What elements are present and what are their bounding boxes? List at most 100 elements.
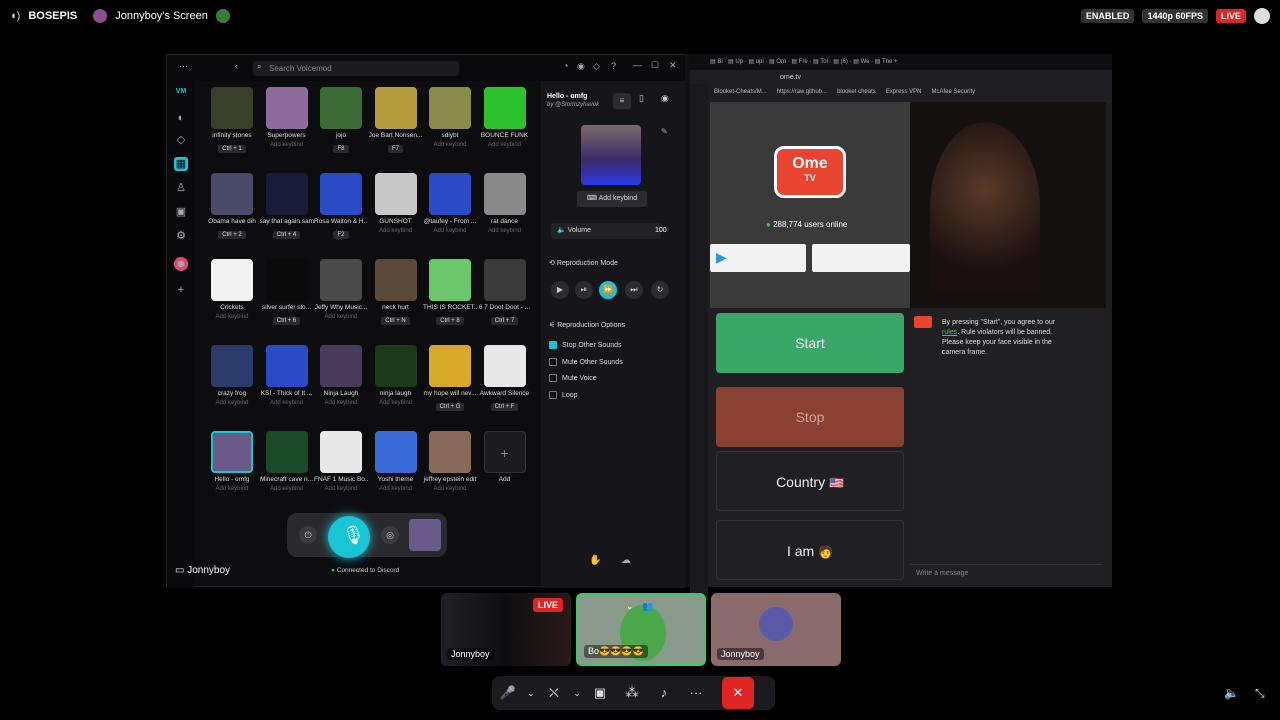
add-keybind-link[interactable]: Add keybind — [260, 400, 314, 406]
bell-icon[interactable]: ◔ — [563, 61, 568, 71]
google-play-button[interactable]: ▶ — [710, 244, 806, 272]
cloud-icon[interactable]: ☁ — [621, 555, 631, 566]
keybind-badge[interactable]: Ctrl + 8 — [423, 314, 477, 325]
gender-button[interactable]: I am 🧑 — [716, 520, 904, 580]
sound-tile[interactable]: sdiybt Add keybind — [423, 87, 477, 148]
volume-slider[interactable]: 🔈 Volume — [551, 223, 661, 239]
option-checkbox[interactable]: Stop Other Sounds — [549, 341, 623, 358]
sound-tile[interactable]: BOUNCE FUNK Add keybind — [478, 87, 532, 148]
sound-tile[interactable]: Obama have dih Ctrl + 2 — [205, 173, 259, 239]
sound-tile[interactable]: Yoshi theme Add keybind — [369, 431, 423, 492]
keybind-badge[interactable]: Ctrl + 7 — [478, 314, 532, 325]
end-call-button[interactable]: ✕ — [722, 677, 754, 709]
add-keybind-link[interactable]: Add keybind — [314, 400, 368, 406]
keybind-badge[interactable]: Ctrl + N — [369, 314, 423, 325]
volume-icon[interactable]: 🔈 — [1224, 686, 1239, 700]
voice-thumbnail[interactable] — [409, 519, 441, 551]
avatar-icon[interactable]: ♙ — [174, 181, 188, 195]
settings-icon[interactable]: ⚙ — [174, 229, 188, 243]
minimize-icon[interactable]: — — [633, 60, 642, 70]
add-keybind-link[interactable]: Add keybind — [423, 142, 477, 148]
search-input[interactable]: Search Voicemod — [253, 61, 459, 76]
sound-tile[interactable]: neck hurt Ctrl + N — [369, 259, 423, 325]
keybind-badge[interactable]: Ctrl + G — [423, 400, 477, 411]
sound-tile[interactable]: 6 7 Doot Doot - ... Ctrl + 7 — [478, 259, 532, 325]
sound-tile[interactable]: my hope will nev... Ctrl + G — [423, 345, 477, 411]
sliders-icon[interactable]: ≡ — [613, 93, 631, 109]
sound-tile[interactable]: rat dance Add keybind — [478, 173, 532, 234]
add-keybind-link[interactable]: Add keybind — [314, 486, 368, 492]
sound-tile[interactable]: Jeffy Why Music... Add keybind — [314, 259, 368, 320]
people-icon[interactable]: 👥 — [642, 601, 653, 612]
loop-button[interactable]: ↻ — [651, 281, 669, 299]
profile-avatar[interactable]: ☻ — [174, 257, 188, 271]
soundboard-icon[interactable]: ▦ — [174, 157, 188, 171]
bookmark-item[interactable]: Express VPN — [886, 89, 922, 95]
book-icon[interactable]: ▯ — [639, 93, 644, 104]
soundboard-icon[interactable]: ♪ — [648, 677, 680, 709]
menu-icon[interactable]: ··· — [179, 61, 188, 71]
add-keybind-link[interactable]: Add keybind — [205, 400, 259, 406]
keybind-badge[interactable]: Ctrl + 1 — [205, 142, 259, 153]
screen-share-icon[interactable]: ▣ — [584, 677, 616, 709]
play-once-button[interactable]: ▶ — [551, 281, 569, 299]
chevron-down-icon[interactable]: ⌄ — [524, 677, 538, 709]
sound-tile[interactable]: Crickets Add keybind — [205, 259, 259, 320]
tag-icon[interactable]: ◇ — [593, 61, 600, 72]
add-keybind-link[interactable]: Add keybind — [369, 486, 423, 492]
sound-tile[interactable]: jojo F8 — [314, 87, 368, 153]
participant-tile[interactable]: LIVE Jonnyboy — [441, 593, 571, 666]
add-keybind-link[interactable]: Add keybind — [205, 314, 259, 320]
store-icon[interactable]: ▣ — [174, 205, 188, 219]
effects-icon[interactable]: ◇ — [174, 133, 188, 147]
add-keybind-link[interactable]: Add keybind — [260, 142, 314, 148]
sound-tile[interactable]: Ninja Laugh Add keybind — [314, 345, 368, 406]
keybind-badge[interactable]: F2 — [314, 228, 368, 239]
add-keybind-button[interactable]: ⌨ Add keybind — [577, 191, 647, 207]
country-button[interactable]: Country 🇺🇸 — [716, 451, 904, 511]
maximize-icon[interactable]: ☐ — [651, 60, 659, 71]
add-keybind-link[interactable]: Add keybind — [423, 486, 477, 492]
sound-tile[interactable]: ninja laugh Add keybind — [369, 345, 423, 406]
back-icon[interactable]: ‹ — [235, 61, 238, 71]
sound-tile[interactable]: Rosa Walton & H... F2 — [314, 173, 368, 239]
keybind-badge[interactable]: Ctrl + 2 — [205, 228, 259, 239]
browser-tabs[interactable]: ▤ Bi · ▤ Up · ▤ upi · ▤ Om · ▤ Fre · ▤ T… — [690, 54, 1112, 70]
bookmark-item[interactable]: McAfee Security — [931, 89, 975, 95]
add-keybind-link[interactable]: Add keybind — [478, 142, 532, 148]
help-icon[interactable]: ? — [611, 61, 616, 71]
sound-tile[interactable]: crazy frog Add keybind — [205, 345, 259, 406]
hear-myself-icon[interactable]: ◎ — [381, 526, 399, 544]
keybind-badge[interactable]: Ctrl + 4 — [260, 228, 314, 239]
more-icon[interactable]: ··· — [680, 677, 712, 709]
start-button[interactable]: Start — [716, 313, 904, 373]
add-keybind-link[interactable]: Add keybind — [205, 486, 259, 492]
microphone-icon[interactable]: 🎤 — [492, 677, 524, 709]
power-icon[interactable]: ⏻ — [299, 526, 317, 544]
avatar[interactable] — [1254, 8, 1270, 24]
participant-tile[interactable]: ⌄ 👥 Bo😎😎😎😎 — [576, 593, 706, 666]
mic-toggle-button[interactable]: 🎙 — [328, 516, 370, 558]
sound-tile[interactable]: silver surfer slo... Ctrl + 6 — [260, 259, 314, 325]
message-input[interactable]: Write a message — [910, 564, 1102, 582]
keybind-badge[interactable]: F8 — [314, 142, 368, 153]
play-pause-button[interactable]: ⏯ — [575, 281, 593, 299]
rules-link[interactable]: rules — [942, 329, 957, 336]
close-icon[interactable]: ✕ — [669, 60, 677, 71]
record-icon[interactable]: ◉ — [661, 93, 669, 104]
sound-tile[interactable]: say that again.sam Ctrl + 4 — [260, 173, 314, 239]
bookmark-item[interactable]: Blooket-Cheats/M... — [714, 89, 767, 95]
address-bar[interactable]: ome.tv — [690, 70, 1112, 85]
keybind-badge[interactable]: F7 — [369, 142, 423, 153]
bookmark-item[interactable]: https://raw.github... — [777, 89, 827, 95]
participant-tile[interactable]: Jonnyboy — [711, 593, 841, 666]
option-checkbox[interactable]: Mute Other Sounds — [549, 357, 623, 375]
add-icon[interactable]: + — [174, 283, 188, 297]
sound-tile[interactable]: GUNSHOT Add keybind — [369, 173, 423, 234]
add-keybind-link[interactable]: Add keybind — [260, 486, 314, 492]
hand-icon[interactable]: ✋ — [589, 555, 601, 566]
keybind-badge[interactable]: Ctrl + 6 — [260, 314, 314, 325]
sound-tile[interactable]: Minecraft cave n... Add keybind — [260, 431, 314, 492]
skip-button[interactable]: ⏭ — [625, 281, 643, 299]
sound-tile[interactable]: Awkward Silence Ctrl + F — [478, 345, 532, 411]
